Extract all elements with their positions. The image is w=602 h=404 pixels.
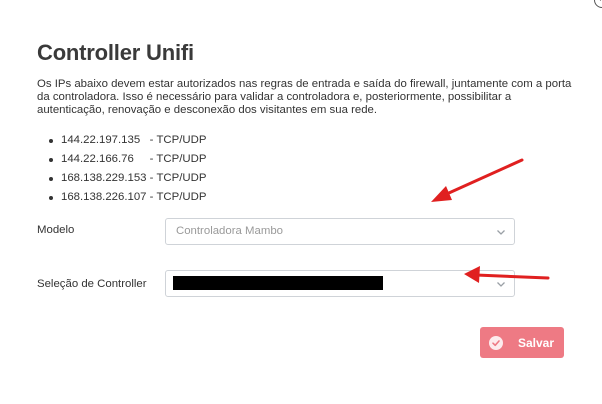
list-item: 144.22.197.135 - TCP/UDP xyxy=(37,131,206,150)
ip-address: 168.138.229.153 xyxy=(61,172,147,184)
arrow-pointing-modelo xyxy=(431,158,524,202)
list-item: 168.138.226.107 - TCP/UDP xyxy=(37,188,206,207)
ip-address: 168.138.226.107 xyxy=(61,191,147,203)
save-button-label: Salvar xyxy=(518,336,555,350)
check-circle-icon xyxy=(489,336,503,350)
ip-separator: - xyxy=(140,134,157,146)
ip-protocol: TCP/UDP xyxy=(156,191,207,203)
list-item: 144.22.166.76 - TCP/UDP xyxy=(37,150,206,169)
close-icon[interactable]: × xyxy=(594,0,602,8)
chevron-down-icon xyxy=(497,230,505,235)
list-item: 168.138.229.153 - TCP/UDP xyxy=(37,169,206,188)
modelo-label: Modelo xyxy=(37,224,75,236)
firewall-instructions: Os IPs abaixo devem estar autorizados na… xyxy=(37,78,572,116)
controller-unifi-dialog: × Controller Unifi Os IPs abaixo devem e… xyxy=(0,0,602,404)
ip-address: 144.22.166.76 xyxy=(61,153,134,165)
modelo-select[interactable]: Controladora Mambo xyxy=(165,218,515,245)
modelo-select-value: Controladora Mambo xyxy=(176,225,283,237)
ip-protocol: TCP/UDP xyxy=(156,153,207,165)
controller-select[interactable] xyxy=(165,270,515,297)
ip-separator: - xyxy=(146,172,157,184)
ip-protocol: TCP/UDP xyxy=(156,172,207,184)
ip-list: 144.22.197.135 - TCP/UDP 144.22.166.76 -… xyxy=(37,131,206,207)
ip-separator: - xyxy=(146,191,157,203)
page-title: Controller Unifi xyxy=(37,40,194,65)
ip-separator: - xyxy=(133,153,157,165)
ip-address: 144.22.197.135 xyxy=(61,134,141,146)
controller-label: Seleção de Controller xyxy=(37,278,147,290)
chevron-down-icon xyxy=(497,282,505,287)
ip-protocol: TCP/UDP xyxy=(156,134,207,146)
save-button[interactable]: Salvar xyxy=(480,327,564,358)
redaction-block xyxy=(173,276,383,290)
